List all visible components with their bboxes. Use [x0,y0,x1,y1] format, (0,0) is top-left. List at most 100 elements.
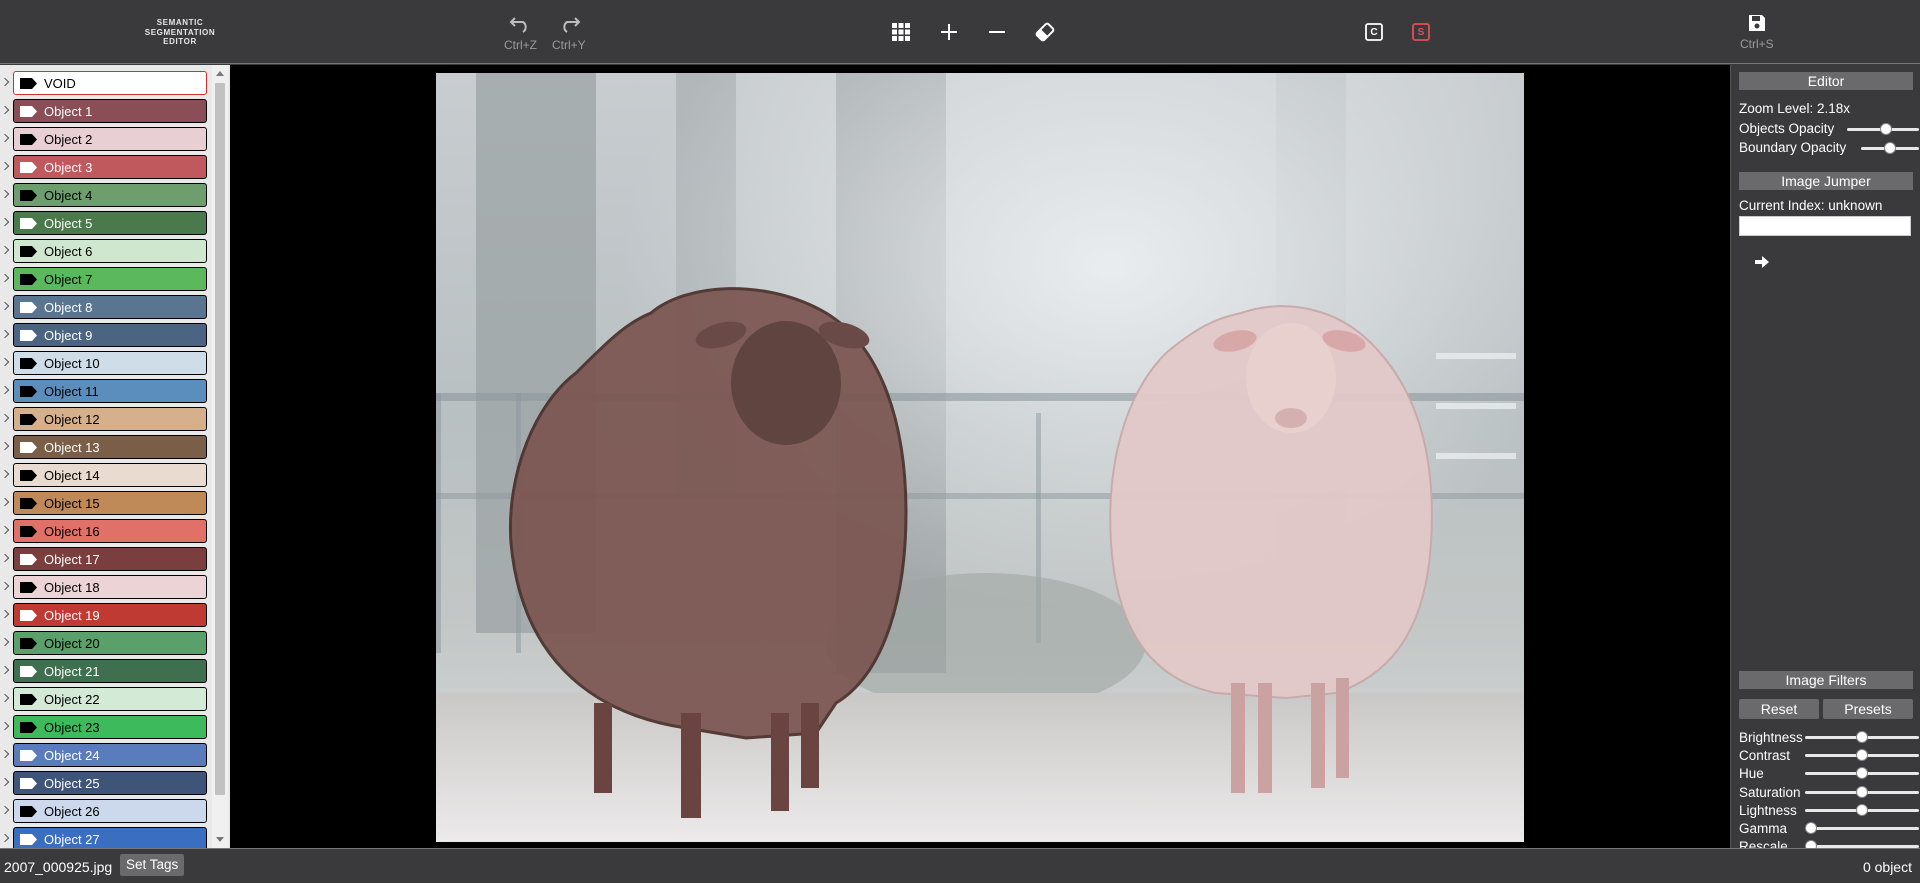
grid-button[interactable] [889,20,913,44]
list-item[interactable]: Object 27 [0,826,212,848]
chevron-right-icon[interactable] [2,190,10,200]
slider-knob[interactable] [1856,749,1868,762]
chevron-right-icon[interactable] [2,414,10,424]
list-item[interactable]: Object 4 [0,182,212,210]
image-canvas[interactable] [230,65,1730,848]
list-item[interactable]: Object 12 [0,406,212,434]
undo-button[interactable]: Ctrl+Z [504,12,537,52]
object-label[interactable]: Object 15 [13,491,207,515]
chevron-right-icon[interactable] [2,274,10,284]
object-label[interactable]: Object 1 [13,99,207,123]
object-label[interactable]: Object 24 [13,743,207,767]
list-item[interactable]: Object 13 [0,434,212,462]
chevron-right-icon[interactable] [2,554,10,564]
object-label[interactable]: Object 4 [13,183,207,207]
chevron-right-icon[interactable] [2,358,10,368]
chevron-right-icon[interactable] [2,582,10,592]
chevron-right-icon[interactable] [2,386,10,396]
list-item[interactable]: Object 21 [0,658,212,686]
object-label[interactable]: Object 22 [13,687,207,711]
list-item[interactable]: Object 7 [0,266,212,294]
c-button[interactable]: C [1362,20,1386,44]
chevron-right-icon[interactable] [2,302,10,312]
filters-reset-button[interactable]: Reset [1739,699,1819,719]
object-label[interactable]: Object 9 [13,323,207,347]
chevron-right-icon[interactable] [2,666,10,676]
scroll-up-arrow[interactable] [216,71,224,76]
object-label[interactable]: Object 8 [13,295,207,319]
jump-button[interactable] [1749,251,1775,273]
slider-knob[interactable] [1856,731,1868,743]
filter-slider[interactable] [1805,729,1919,745]
object-label[interactable]: Object 6 [13,239,207,263]
object-label[interactable]: Object 12 [13,407,207,431]
list-item[interactable]: Object 20 [0,630,212,658]
filter-slider[interactable] [1805,802,1919,818]
list-item[interactable]: Object 19 [0,602,212,630]
save-button[interactable]: Ctrl+S [1740,13,1774,51]
slider-knob[interactable] [1856,767,1868,780]
chevron-right-icon[interactable] [2,246,10,256]
object-label[interactable]: Object 3 [13,155,207,179]
set-tags-button[interactable]: Set Tags [120,854,185,876]
chevron-right-icon[interactable] [2,722,10,732]
list-item[interactable]: Object 3 [0,154,212,182]
image-index-input[interactable] [1739,216,1911,236]
scroll-down-arrow[interactable] [216,837,224,842]
chevron-right-icon[interactable] [2,526,10,536]
chevron-right-icon[interactable] [2,134,10,144]
list-item[interactable]: Object 23 [0,714,212,742]
object-label[interactable]: Object 13 [13,435,207,459]
chevron-right-icon[interactable] [2,806,10,816]
filter-slider[interactable] [1805,820,1919,836]
chevron-right-icon[interactable] [2,442,10,452]
chevron-right-icon[interactable] [2,610,10,620]
object-label[interactable]: Object 26 [13,799,207,823]
slider-knob[interactable] [1884,142,1896,154]
list-item[interactable]: Object 10 [0,350,212,378]
list-item[interactable]: Object 18 [0,574,212,602]
chevron-right-icon[interactable] [2,470,10,480]
object-label[interactable]: Object 17 [13,547,207,571]
object-label[interactable]: Object 16 [13,519,207,543]
list-item[interactable]: Object 9 [0,322,212,350]
list-item[interactable]: Object 17 [0,546,212,574]
list-item[interactable]: Object 5 [0,210,212,238]
chevron-right-icon[interactable] [2,78,10,88]
boundary-opacity-slider[interactable] [1861,140,1919,156]
slider-knob[interactable] [1856,785,1868,798]
filter-slider[interactable] [1805,747,1919,763]
slider-knob[interactable] [1805,822,1817,834]
object-label[interactable]: VOID [13,71,207,95]
object-list-scrollbar[interactable] [212,65,228,848]
chevron-right-icon[interactable] [2,330,10,340]
scroll-thumb[interactable] [215,83,225,795]
chevron-right-icon[interactable] [2,106,10,116]
object-label[interactable]: Object 7 [13,267,207,291]
list-item[interactable]: Object 1 [0,98,212,126]
object-label[interactable]: Object 11 [13,379,207,403]
s-button[interactable]: S [1409,20,1433,44]
zoom-in-button[interactable] [937,20,961,44]
chevron-right-icon[interactable] [2,750,10,760]
object-label[interactable]: Object 18 [13,575,207,599]
chevron-right-icon[interactable] [2,694,10,704]
filter-slider[interactable] [1805,784,1919,800]
chevron-right-icon[interactable] [2,218,10,228]
redo-button[interactable]: Ctrl+Y [552,12,586,52]
chevron-right-icon[interactable] [2,498,10,508]
chevron-right-icon[interactable] [2,834,10,844]
object-label[interactable]: Object 5 [13,211,207,235]
list-item[interactable]: Object 2 [0,126,212,154]
list-item[interactable]: Object 6 [0,238,212,266]
list-item[interactable]: Object 25 [0,770,212,798]
object-label[interactable]: Object 21 [13,659,207,683]
chevron-right-icon[interactable] [2,778,10,788]
list-item[interactable]: Object 11 [0,378,212,406]
eraser-button[interactable] [1033,20,1057,44]
object-label[interactable]: Object 10 [13,351,207,375]
list-item[interactable]: Object 14 [0,462,212,490]
chevron-right-icon[interactable] [2,162,10,172]
chevron-right-icon[interactable] [2,638,10,648]
object-label[interactable]: Object 14 [13,463,207,487]
